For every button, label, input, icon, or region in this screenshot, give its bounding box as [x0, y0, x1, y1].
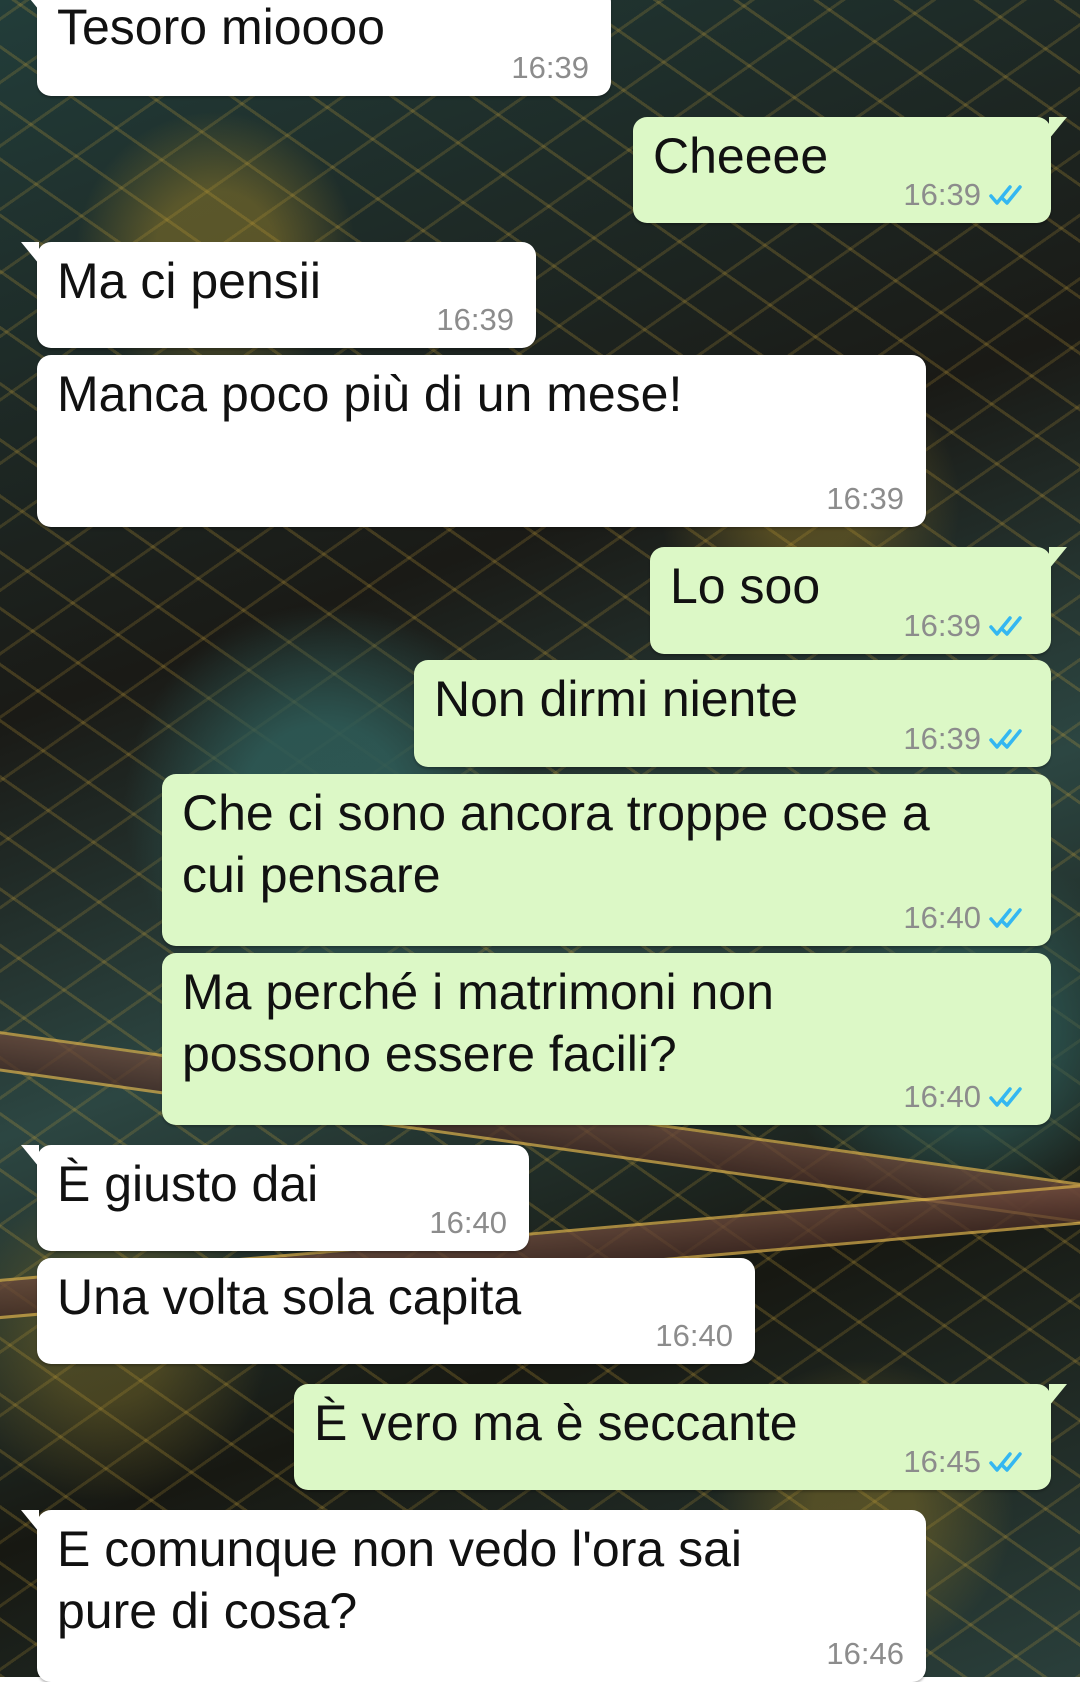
message-meta: 16:39 — [903, 721, 1029, 757]
double-check-icon — [989, 729, 1022, 749]
double-check-icon — [989, 185, 1022, 205]
message-time: 16:45 — [903, 1444, 981, 1479]
message-meta: 16:39 — [436, 302, 514, 338]
message-time: 16:39 — [511, 50, 589, 85]
message-text: Manca poco più di un mese! — [57, 366, 683, 422]
message-text: Che ci sono ancora troppe cose a — [182, 785, 930, 841]
double-check-icon — [989, 1452, 1022, 1472]
outgoing-message[interactable]: È vero ma è seccante 16:45 — [294, 1384, 1067, 1490]
message-time: 16:39 — [826, 481, 904, 516]
message-time: 16:39 — [903, 177, 981, 212]
message-meta: 16:40 — [903, 900, 1029, 936]
outgoing-message[interactable]: Non dirmi niente 16:39 — [414, 660, 1051, 767]
message-time: 16:39 — [903, 721, 981, 756]
message-text: possono essere facili? — [182, 1026, 677, 1082]
incoming-message[interactable]: Ma ci pensii 16:39 — [21, 242, 536, 348]
message-time: 16:40 — [429, 1205, 507, 1240]
message-text: pure di cosa? — [57, 1583, 358, 1639]
message-text: Tesoro mioooo — [57, 0, 385, 55]
message-time: 16:46 — [826, 1636, 904, 1671]
message-meta: 16:39 — [826, 481, 904, 517]
incoming-message[interactable]: E comunque non vedo l'ora sai pure di co… — [21, 1510, 926, 1682]
message-time: 16:39 — [903, 608, 981, 643]
message-meta: 16:39 — [903, 177, 1029, 213]
message-text: cui pensare — [182, 847, 441, 903]
message-meta: 16:40 — [429, 1205, 507, 1241]
double-check-icon — [989, 1087, 1022, 1107]
incoming-message[interactable]: È giusto dai 16:40 — [21, 1145, 529, 1251]
outgoing-message[interactable]: Che ci sono ancora troppe cose a cui pen… — [162, 774, 1051, 946]
message-time: 16:40 — [903, 1079, 981, 1114]
incoming-message[interactable]: Tesoro mioooo 16:39 — [21, 0, 611, 96]
message-meta: 16:46 — [826, 1636, 904, 1672]
incoming-message[interactable]: Una volta sola capita 16:40 — [37, 1258, 755, 1364]
message-text: E comunque non vedo l'ora sai — [57, 1521, 742, 1577]
outgoing-message[interactable]: Lo soo 16:39 — [650, 547, 1067, 654]
message-text: Ma perché i matrimoni non — [182, 964, 774, 1020]
message-time: 16:40 — [903, 900, 981, 935]
double-check-icon — [989, 908, 1022, 928]
message-meta: 16:40 — [903, 1079, 1029, 1115]
double-check-icon — [989, 616, 1022, 636]
incoming-message[interactable]: Manca poco più di un mese! 16:39 — [37, 355, 926, 527]
outgoing-message[interactable]: Ma perché i matrimoni non possono essere… — [162, 953, 1051, 1125]
message-time: 16:39 — [436, 302, 514, 337]
message-meta: 16:45 — [903, 1444, 1029, 1480]
outgoing-message[interactable]: Cheeee 16:39 — [633, 117, 1067, 223]
message-meta: 16:39 — [511, 50, 589, 86]
message-time: 16:40 — [655, 1318, 733, 1353]
message-meta: 16:39 — [903, 608, 1029, 644]
message-text: Una volta sola capita — [57, 1269, 522, 1325]
message-meta: 16:40 — [655, 1318, 733, 1354]
